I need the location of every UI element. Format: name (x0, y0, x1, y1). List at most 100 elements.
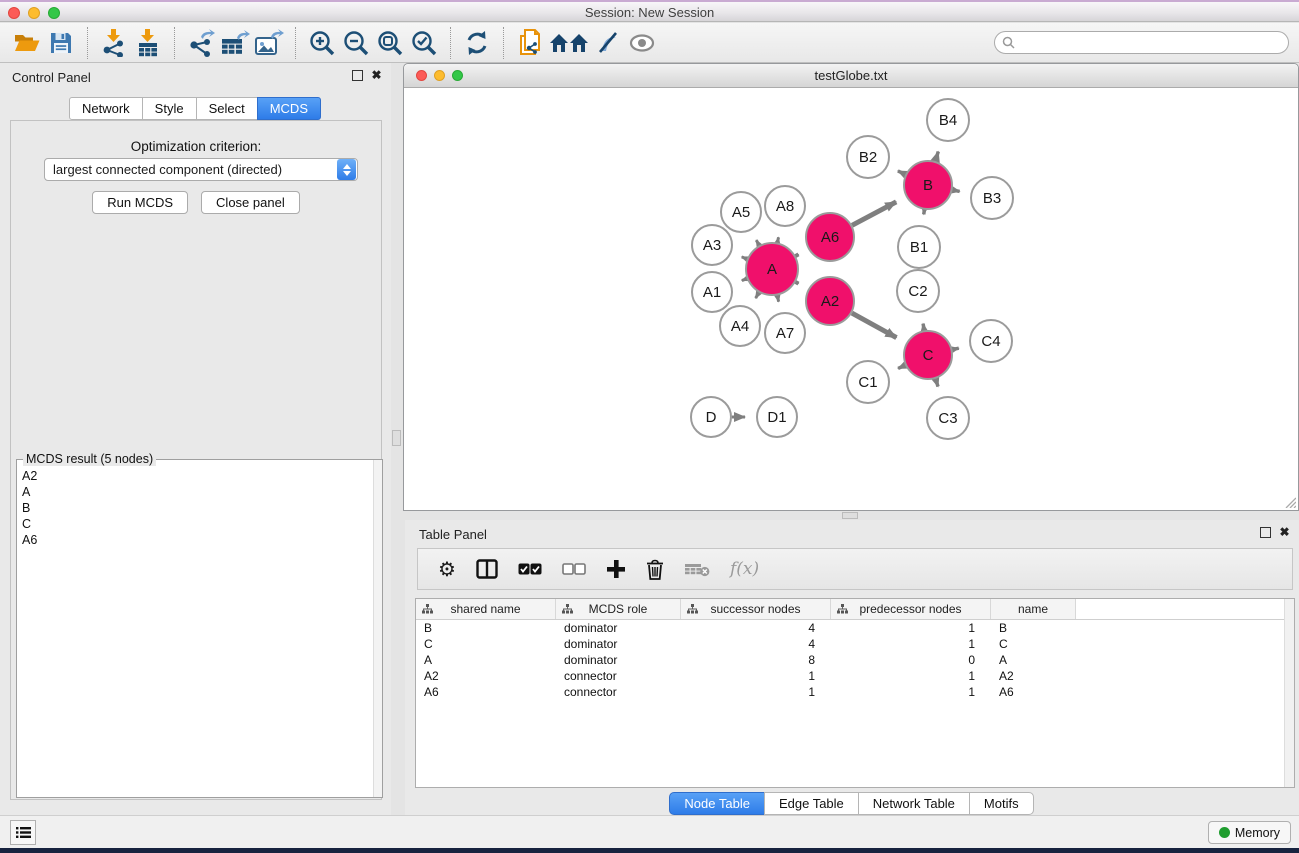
control-panel: Control Panel ✖ NetworkStyleSelectMCDS O… (0, 63, 391, 815)
optimization-criterion-label: Optimization criterion: (11, 139, 381, 154)
table-row[interactable]: Bdominator41B (416, 620, 1294, 636)
graph-node-A8[interactable]: A8 (765, 186, 805, 226)
add-column-plus-icon[interactable] (606, 556, 626, 582)
zoom-in-icon[interactable] (305, 26, 339, 60)
table-row[interactable]: A2connector11A2 (416, 668, 1294, 684)
export-network-icon[interactable] (184, 26, 218, 60)
column-type-icon (422, 604, 433, 615)
mcds-result-item[interactable]: C (18, 516, 372, 532)
graph-node-D[interactable]: D (691, 397, 731, 437)
graph-node-B[interactable]: B (904, 161, 952, 209)
delete-trash-icon[interactable] (646, 556, 664, 582)
save-session-icon[interactable] (44, 26, 78, 60)
show-task-history-button[interactable] (10, 820, 36, 845)
table-row[interactable]: Adominator80A (416, 652, 1294, 668)
resize-grip-icon[interactable] (1282, 494, 1296, 508)
svg-text:A3: A3 (703, 237, 721, 254)
mcds-result-item[interactable]: A2 (18, 468, 372, 484)
svg-text:B4: B4 (939, 112, 957, 129)
deselect-all-checkboxes-icon[interactable] (562, 556, 586, 582)
tab-style[interactable]: Style (142, 97, 197, 120)
mcds-list-scrollbar[interactable] (373, 460, 382, 797)
zoom-fit-icon[interactable] (373, 26, 407, 60)
column-header-successor-nodes[interactable]: successor nodes (681, 599, 831, 619)
mcds-result-item[interactable]: B (18, 500, 372, 516)
tab-motifs[interactable]: Motifs (969, 792, 1034, 815)
graph-node-C1[interactable]: C1 (847, 361, 889, 403)
table-float-panel-icon[interactable] (1260, 527, 1271, 538)
graph-node-B1[interactable]: B1 (898, 226, 940, 268)
table-row[interactable]: Cdominator41C (416, 636, 1294, 652)
memory-button[interactable]: Memory (1208, 821, 1291, 844)
graph-node-C[interactable]: C (904, 331, 952, 379)
delete-table-icon[interactable] (684, 556, 710, 582)
graph-node-A4[interactable]: A4 (720, 306, 760, 346)
home-icon[interactable] (547, 26, 591, 60)
dropdown-stepper-icon[interactable] (337, 159, 356, 180)
function-builder-icon[interactable]: f(x) (730, 559, 759, 579)
mcds-result-item[interactable]: A (18, 484, 372, 500)
select-all-checkboxes-icon[interactable] (518, 556, 542, 582)
control-panel-header: Control Panel ✖ (0, 63, 391, 89)
zoom-selected-icon[interactable] (407, 26, 441, 60)
graph-node-A2[interactable]: A2 (806, 277, 854, 325)
optimization-criterion-dropdown[interactable]: largest connected component (directed) (44, 158, 358, 181)
open-file-icon[interactable] (10, 26, 44, 60)
network-graph: B4 B2 B B3 A5A8A6 A3 B1 A A1 C2 A2 A4A7 C4 C C1 C3 D D1 (404, 88, 1298, 510)
graph-edge-B-B2 (898, 171, 905, 174)
graph-node-B3[interactable]: B3 (971, 177, 1013, 219)
tab-mcds[interactable]: MCDS (257, 97, 321, 120)
export-table-icon[interactable] (218, 26, 252, 60)
import-table-icon[interactable] (131, 26, 165, 60)
cell-shared-name: B (416, 621, 556, 635)
close-panel-icon[interactable]: ✖ (370, 69, 383, 82)
close-panel-button[interactable]: Close panel (201, 191, 300, 214)
tab-select[interactable]: Select (196, 97, 258, 120)
graph-node-A1[interactable]: A1 (692, 272, 732, 312)
cell-successor-nodes: 1 (681, 685, 831, 699)
tab-node-table[interactable]: Node Table (669, 792, 765, 815)
export-image-icon[interactable] (252, 26, 286, 60)
graph-node-B4[interactable]: B4 (927, 99, 969, 141)
graph-node-C3[interactable]: C3 (927, 397, 969, 439)
tab-network-table[interactable]: Network Table (858, 792, 970, 815)
float-panel-icon[interactable] (352, 70, 363, 81)
graph-node-C4[interactable]: C4 (970, 320, 1012, 362)
show-columns-icon[interactable] (476, 556, 498, 582)
table-settings-gear-icon[interactable]: ⚙ (438, 556, 456, 582)
show-hide-view-eye-icon[interactable] (625, 26, 659, 60)
refresh-icon[interactable] (460, 26, 494, 60)
table-scrollbar[interactable] (1284, 599, 1294, 787)
mcds-result-item[interactable]: A6 (18, 532, 372, 548)
search-input[interactable] (1019, 34, 1288, 52)
mcds-result-list: A2ABCA6 (18, 468, 372, 796)
column-header-shared-name[interactable]: shared name (416, 599, 556, 619)
table-panel-header: Table Panel ✖ (405, 520, 1299, 546)
graph-node-A6[interactable]: A6 (806, 213, 854, 261)
zoom-out-icon[interactable] (339, 26, 373, 60)
table-close-panel-icon[interactable]: ✖ (1278, 526, 1291, 539)
new-network-from-selection-icon[interactable] (513, 26, 547, 60)
tab-network[interactable]: Network (69, 97, 143, 120)
graph-node-D1[interactable]: D1 (757, 397, 797, 437)
import-network-icon[interactable] (97, 26, 131, 60)
tab-edge-table[interactable]: Edge Table (764, 792, 859, 815)
hide-graphics-details-icon[interactable] (591, 26, 625, 60)
column-header-name[interactable]: name (991, 599, 1076, 619)
network-canvas[interactable]: B4 B2 B B3 A5A8A6 A3 B1 A A1 C2 A2 A4A7 C4 C C1 C3 D D1 (404, 88, 1298, 510)
horizontal-splitter-handle[interactable] (842, 512, 858, 519)
column-header-MCDS-role[interactable]: MCDS role (556, 599, 681, 619)
graph-node-B2[interactable]: B2 (847, 136, 889, 178)
graph-node-C2[interactable]: C2 (897, 270, 939, 312)
graph-node-A7[interactable]: A7 (765, 313, 805, 353)
cell-MCDS-role: connector (556, 669, 681, 683)
vertical-splitter-handle[interactable] (392, 430, 401, 446)
svg-text:C4: C4 (981, 333, 1000, 350)
graph-node-A3[interactable]: A3 (692, 225, 732, 265)
graph-node-A[interactable]: A (746, 243, 798, 295)
column-header-predecessor-nodes[interactable]: predecessor nodes (831, 599, 991, 619)
run-mcds-button[interactable]: Run MCDS (92, 191, 188, 214)
graph-node-A5[interactable]: A5 (721, 192, 761, 232)
network-window-titlebar[interactable]: testGlobe.txt (404, 64, 1298, 88)
table-row[interactable]: A6connector11A6 (416, 684, 1294, 700)
